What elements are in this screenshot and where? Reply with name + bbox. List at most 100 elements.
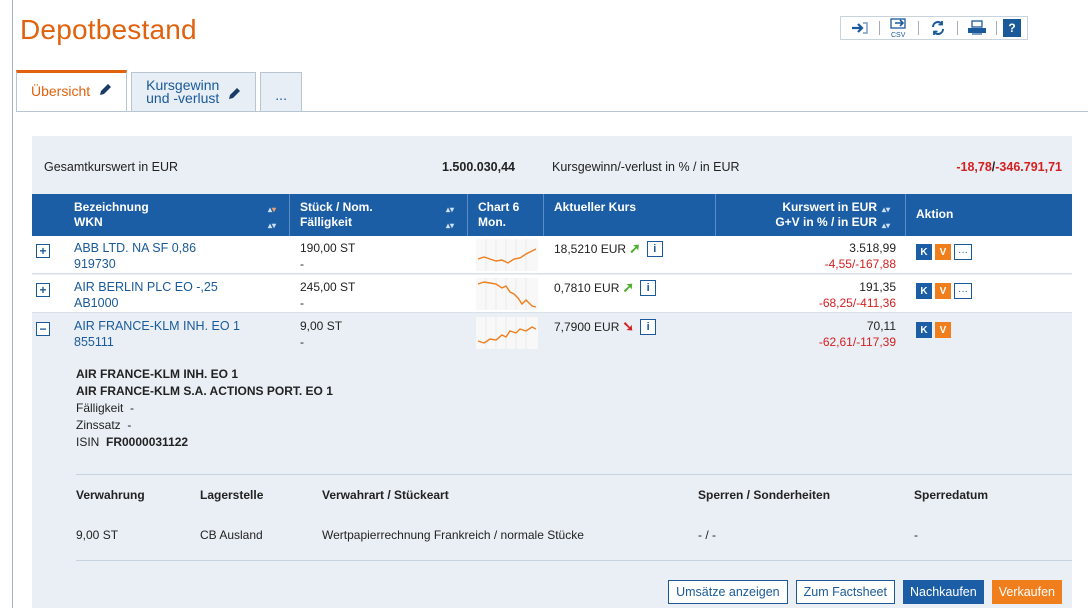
col-aktion-label: Aktion	[916, 207, 954, 221]
factsheet-button[interactable]: Zum Factsheet	[795, 580, 895, 604]
buy-button[interactable]: K	[916, 244, 932, 260]
zinssatz-value: -	[127, 418, 132, 432]
tab-uebersicht-label: Übersicht	[31, 83, 91, 99]
sparkline-chart[interactable]	[476, 278, 538, 310]
quantity-value: 245,00 ST	[300, 280, 356, 294]
total-value: 1.500.030,44	[442, 160, 515, 174]
security-name[interactable]: AIR BERLIN PLC EO -,25	[74, 279, 218, 295]
security-details: AIR FRANCE-KLM INH. EO 1 AIR FRANCE-KLM …	[76, 366, 333, 451]
custody-verwahrung: 9,00 ST	[76, 528, 119, 542]
col-kurswert-line2: G+V in % / in EUR	[775, 215, 877, 229]
faelligkeit-value: -	[130, 401, 135, 415]
market-value: 3.518,99 -4,55/-167,88	[825, 240, 896, 272]
help-icon[interactable]: ?	[1003, 19, 1021, 37]
sort-icon[interactable]: ▴▾	[882, 202, 890, 217]
security-link[interactable]: AIR BERLIN PLC EO -,25 AB1000	[74, 279, 218, 311]
buy-more-button[interactable]: Nachkaufen	[902, 580, 984, 604]
buy-button[interactable]: K	[916, 322, 932, 338]
tab-kursgewinn-label: Kursgewinn und -verlust	[146, 77, 220, 106]
col-kurswert[interactable]: Kurswert in EUR G+V in % / in EUR ▴▾ ▴▾	[716, 194, 906, 236]
sell-button[interactable]: V	[935, 283, 951, 299]
security-wkn: 855111	[74, 335, 114, 349]
col-kurs-label: Aktueller Kurs	[554, 200, 637, 214]
due-date: -	[300, 335, 304, 349]
price-value: 7,7900 EUR	[554, 319, 620, 334]
market-value-amount: 70,11	[866, 319, 896, 333]
col-stueck-line1: Stück / Nom.	[300, 200, 373, 214]
tab-more-label: ...	[275, 87, 287, 103]
info-icon[interactable]: i	[646, 240, 663, 257]
gain-pct: -18,78	[956, 160, 992, 174]
col-chart-line1: Chart 6	[478, 200, 520, 214]
col-stueck[interactable]: Stück / Nom. Fälligkeit ▴▾ ▴▾	[290, 194, 468, 236]
sort-icon[interactable]: ▴▾	[268, 202, 276, 217]
tab-more[interactable]: ...	[260, 72, 302, 112]
print-icon[interactable]	[964, 18, 990, 38]
total-label: Gesamtkurswert in EUR	[44, 160, 179, 174]
toolbar: CSV ?	[840, 16, 1028, 40]
pencil-icon[interactable]	[98, 83, 112, 100]
trend-up-icon: ➚	[629, 240, 641, 256]
sort-icon[interactable]: ▴▾	[446, 218, 454, 233]
show-transactions-button[interactable]: Umsätze anzeigen	[668, 580, 788, 604]
col-chart: Chart 6 Mon.	[468, 194, 544, 236]
csv-export-icon[interactable]: CSV	[886, 18, 912, 38]
quantity: 9,00 ST -	[300, 318, 342, 350]
due-date: -	[300, 257, 304, 271]
expand-button[interactable]: +	[36, 283, 50, 297]
current-price: 18,5210 EUR ➚ i	[554, 240, 663, 257]
custody-header-lagerstelle: Lagerstelle	[200, 488, 264, 502]
quantity-value: 9,00 ST	[300, 319, 343, 333]
pencil-icon[interactable]	[227, 87, 241, 103]
more-button[interactable]: ···	[954, 283, 972, 299]
table-row: + ABB LTD. NA SF 0,86 919730 190,00 ST -…	[32, 236, 1072, 274]
gain-value: -18,78/-346.791,71	[956, 160, 1062, 174]
gain-loss: -62,61/-117,39	[818, 335, 896, 349]
toolbar-separator	[879, 21, 880, 35]
sparkline-chart[interactable]	[476, 239, 538, 271]
security-link[interactable]: AIR FRANCE-KLM INH. EO 1 855111	[74, 318, 240, 350]
due-date: -	[300, 296, 304, 310]
refresh-icon[interactable]	[925, 18, 951, 38]
col-bezeichnung[interactable]: Bezeichnung WKN ▴▾ ▴▾	[32, 194, 290, 236]
toolbar-separator	[918, 21, 919, 35]
sort-icon[interactable]: ▴▾	[268, 218, 276, 233]
custody-header-sperredatum: Sperredatum	[914, 488, 989, 502]
info-icon[interactable]: i	[640, 279, 657, 296]
summary-bar: Gesamtkurswert in EUR 1.500.030,44 Kursg…	[32, 136, 1072, 194]
page-title: Depotbestand	[20, 14, 197, 45]
expand-button[interactable]: +	[36, 244, 50, 258]
info-icon[interactable]: i	[640, 318, 657, 335]
tab-kursgewinn[interactable]: Kursgewinn und -verlust	[131, 72, 257, 112]
depot-panel: Gesamtkurswert in EUR 1.500.030,44 Kursg…	[32, 136, 1072, 608]
more-button[interactable]: ···	[954, 244, 972, 260]
security-name[interactable]: ABB LTD. NA SF 0,86	[74, 240, 196, 256]
sell-button[interactable]: V	[935, 244, 951, 260]
current-price: 7,7900 EUR ➘ i	[554, 318, 657, 335]
login-arrow-icon[interactable]	[847, 18, 873, 38]
detail-name-1: AIR FRANCE-KLM INH. EO 1	[76, 367, 238, 381]
custody-lagerstelle: CB Ausland	[200, 528, 263, 542]
detail-name-2: AIR FRANCE-KLM S.A. ACTIONS PORT. EO 1	[76, 384, 333, 398]
sell-button-large[interactable]: Verkaufen	[991, 580, 1062, 604]
action-buttons: Umsätze anzeigen Zum Factsheet Nachkaufe…	[668, 580, 1062, 604]
zinssatz-label: Zinssatz	[76, 418, 121, 432]
table-header: Bezeichnung WKN ▴▾ ▴▾ Stück / Nom. Fälli…	[32, 194, 1072, 236]
security-link[interactable]: ABB LTD. NA SF 0,86 919730	[74, 240, 196, 272]
tab-bar: Übersicht Kursgewinn und -verlust ...	[16, 70, 306, 112]
gain-eur: -346.791,71	[995, 160, 1062, 174]
divider	[76, 474, 1072, 475]
sort-icon[interactable]: ▴▾	[446, 202, 454, 217]
custody-header-verwahrung: Verwahrung	[76, 488, 145, 502]
sort-icon[interactable]: ▴▾	[882, 218, 890, 233]
col-kurswert-line1: Kurswert in EUR	[782, 200, 877, 214]
sparkline-chart[interactable]	[476, 317, 538, 349]
security-wkn: AB1000	[74, 296, 119, 310]
tab-uebersicht[interactable]: Übersicht	[16, 70, 128, 112]
security-name[interactable]: AIR FRANCE-KLM INH. EO 1	[74, 318, 240, 334]
custody-sperredatum: -	[914, 528, 918, 542]
buy-button[interactable]: K	[916, 283, 932, 299]
current-price: 0,7810 EUR ➚ i	[554, 279, 657, 296]
collapse-button[interactable]: −	[36, 322, 50, 336]
sell-button[interactable]: V	[935, 322, 951, 338]
